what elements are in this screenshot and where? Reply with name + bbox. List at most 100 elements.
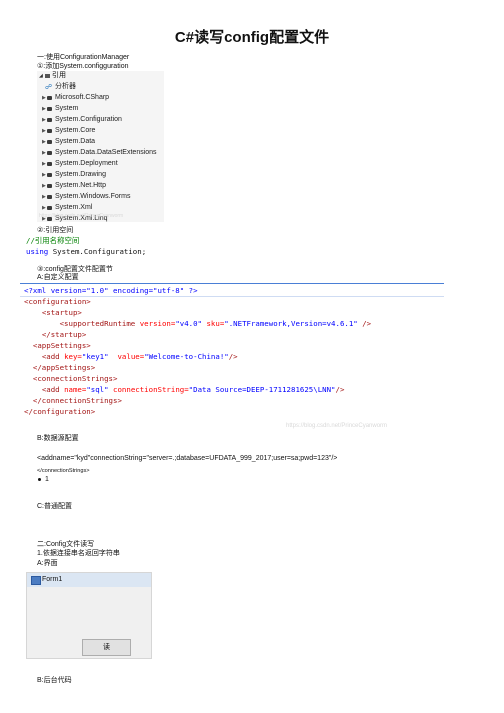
analyzer-icon: ☍	[45, 84, 53, 91]
xml-value: ".NETFramework,Version=v4.6.1"	[224, 319, 358, 328]
section2-sub-b-text: B:后台代码	[37, 677, 72, 684]
expand-arrow-icon[interactable]: ▶	[42, 93, 46, 103]
references-tree: ◢ 引用 ☍ 分析器 ▶ Microsoft.CSharp ▶ System ▶…	[37, 71, 164, 222]
xml-value: "key1"	[81, 352, 109, 361]
tree-item-label: System.Configuration	[55, 116, 122, 123]
step2-text: ②:引用空间	[37, 227, 74, 234]
tree-item[interactable]: ▶ System.Xml	[37, 203, 164, 213]
tree-item-label: System	[55, 105, 79, 112]
xml-value: "v4.0"	[175, 319, 203, 328]
tree-item-label: System.Data.DataSetExtensions	[55, 149, 157, 156]
xml-attr: value=	[108, 352, 145, 361]
window-title: Form1	[42, 576, 63, 583]
tree-item-label: System.Xml	[55, 204, 93, 211]
tree-item[interactable]: ▶ System.Drawing	[37, 170, 164, 180]
watermark-text: https://blog.csdn.net/PrinceCyanworm	[39, 213, 124, 219]
tree-item[interactable]: ▶ System.Core	[37, 126, 164, 136]
section1-heading: 一:使用ConfigurationManager	[37, 54, 130, 61]
xml-declaration: <?xml version="1.0" encoding="utf-8" ?>	[24, 286, 198, 295]
reference-icon	[47, 173, 52, 177]
section2-sub-a-text: A:界面	[37, 560, 58, 567]
section2-step1-text: 1.依据连接串名返回字符串	[37, 550, 120, 557]
xml-tag: <supportedRuntime	[59, 319, 136, 328]
sub-a-text: A:自定义配置	[37, 274, 79, 281]
reference-icon	[47, 206, 52, 210]
tree-item-label: System.Data	[55, 138, 96, 145]
xml-tag: <connectionStrings>	[32, 374, 118, 383]
expand-arrow-icon[interactable]: ▶	[42, 159, 46, 169]
xml-tag: </startup>	[41, 330, 87, 339]
window-titlebar[interactable]: Form1	[27, 573, 151, 587]
reference-icon	[47, 107, 52, 111]
xml-tag: </configuration>	[24, 407, 96, 416]
tree-item-label: Microsoft.CSharp	[55, 94, 110, 101]
reference-icon	[47, 118, 52, 122]
tree-item[interactable]: ▶ System.Net.Http	[37, 181, 164, 191]
watermark-text: https://blog.csdn.net/PrinceCyanworm	[286, 423, 388, 429]
sub-c-text: C:普通配置	[37, 503, 72, 510]
tree-item[interactable]: ☍ 分析器	[37, 82, 164, 92]
tree-item-label: System.Drawing	[55, 171, 106, 178]
expand-arrow-icon[interactable]: ▶	[42, 137, 46, 147]
tree-item[interactable]: ▶ System.Windows.Forms	[37, 192, 164, 202]
expand-arrow-icon[interactable]: ▶	[42, 170, 46, 180]
form-window-icon	[31, 576, 41, 585]
reference-icon	[47, 195, 52, 199]
list-item: 1	[45, 476, 49, 483]
tree-item-label: System.Windows.Forms	[55, 193, 131, 200]
tree-item-label: System.Net.Http	[55, 182, 106, 189]
form1-window: Form1 读	[26, 572, 152, 659]
xml-value: "sql"	[86, 385, 109, 394]
xml-attr: sku=	[202, 319, 225, 328]
tree-item[interactable]: ▶ System	[37, 104, 164, 114]
section2-heading: 二:Config文件读写	[37, 541, 95, 548]
tree-item[interactable]: ▶ System.Data.DataSetExtensions	[37, 148, 164, 158]
xml-code-block: <?xml version="1.0" encoding="utf-8" ?> …	[24, 285, 371, 417]
tree-item[interactable]: ▶ System.Data	[37, 137, 164, 147]
tree-root-references[interactable]: ◢ 引用	[37, 71, 164, 81]
code-comment: //引用名称空间	[26, 236, 80, 245]
xml-attr: name=	[59, 385, 87, 394]
collapse-triangle-icon[interactable]: ◢	[39, 71, 43, 81]
xml-attr: key=	[59, 352, 82, 361]
reference-icon	[47, 96, 52, 100]
xml-tag-end: />	[228, 352, 238, 361]
xml-tag-end: />	[357, 319, 372, 328]
expand-arrow-icon[interactable]: ▶	[42, 104, 46, 114]
tree-item[interactable]: ▶ System.Deployment	[37, 159, 164, 169]
reference-icon	[47, 129, 52, 133]
expand-arrow-icon[interactable]: ▶	[42, 115, 46, 125]
read-button[interactable]: 读	[82, 639, 131, 656]
tree-item-label: 分析器	[55, 83, 76, 90]
expand-arrow-icon[interactable]: ▶	[42, 148, 46, 158]
xml-tag: </connectionStrings>	[32, 396, 122, 405]
expand-arrow-icon[interactable]: ▶	[42, 192, 46, 202]
tree-item[interactable]: ▶ Microsoft.CSharp	[37, 93, 164, 103]
expand-arrow-icon[interactable]: ▶	[42, 181, 46, 191]
xml-tag-end: />	[335, 385, 345, 394]
xml-attr: version=	[135, 319, 176, 328]
connection-line: <addname="kyd"connectionString="server=.…	[37, 455, 338, 462]
tree-item-label: System.Deployment	[55, 160, 118, 167]
code-namespace: System.Configuration;	[48, 247, 147, 256]
sub-b-text: B:数据源配置	[37, 435, 79, 442]
xml-tag: <startup>	[41, 308, 82, 317]
xml-value: "Welcome-to-China!"	[144, 352, 229, 361]
xml-tag: </appSettings>	[32, 363, 96, 372]
xml-value: "Data Source=DEEP-1711281625\LNN"	[188, 385, 336, 394]
expand-arrow-icon[interactable]: ▶	[42, 126, 46, 136]
tree-item-label: System.Core	[55, 127, 96, 134]
xml-tag: <appSettings>	[32, 341, 91, 350]
using-code-block: //引用名称空间 using System.Configuration;	[26, 235, 146, 257]
xml-attr: connectionString=	[108, 385, 189, 394]
xml-tag: <add	[41, 352, 60, 361]
page-title: C#读写config配置文件	[174, 29, 330, 46]
step1-text: ①:添加System.configguration	[37, 63, 129, 70]
tree-item[interactable]: ▶ System.Configuration	[37, 115, 164, 125]
xml-tag: <configuration>	[24, 297, 91, 306]
list-bullet	[38, 478, 41, 481]
reference-icon	[47, 140, 52, 144]
reference-icon	[47, 151, 52, 155]
code-keyword: using	[26, 247, 49, 256]
expand-arrow-icon[interactable]: ▶	[42, 203, 46, 213]
